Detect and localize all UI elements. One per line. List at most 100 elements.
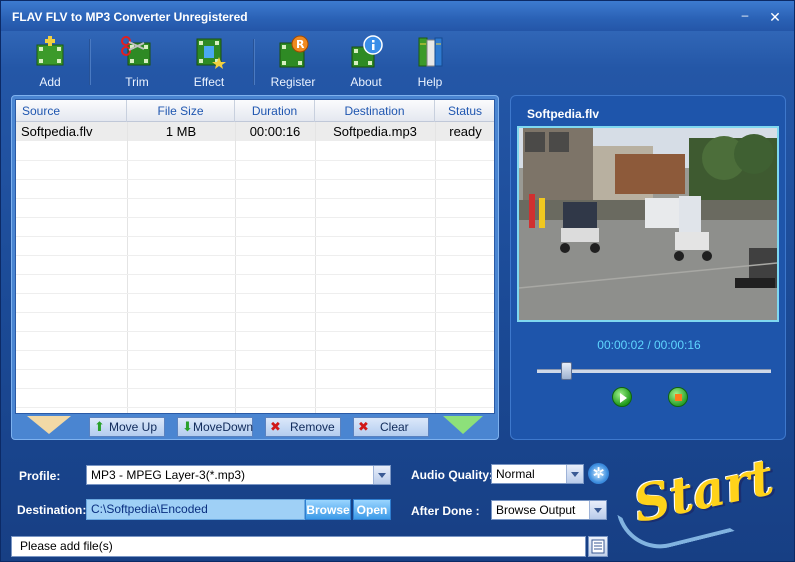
- column-file-size[interactable]: File Size: [127, 100, 235, 122]
- trim-button[interactable]: Trim: [109, 35, 165, 91]
- remove-button[interactable]: ✖ Remove: [265, 417, 341, 437]
- toolbar-separator: [89, 39, 91, 85]
- register-label: Register: [270, 75, 316, 89]
- grid-line: [235, 122, 236, 413]
- register-button[interactable]: R Register: [265, 35, 321, 91]
- grid-line: [16, 388, 494, 389]
- chevron-down-icon[interactable]: [566, 465, 583, 483]
- effect-label: Effect: [193, 75, 225, 89]
- grid-line: [16, 293, 494, 294]
- grid-line: [16, 255, 494, 256]
- destination-label: Destination:: [17, 503, 87, 517]
- register-film-icon: R: [279, 35, 309, 68]
- stop-icon: [675, 394, 682, 401]
- gear-icon: ✲: [592, 465, 605, 482]
- browse-button[interactable]: Browse: [305, 499, 351, 520]
- scroll-down-arrow-icon[interactable]: [443, 416, 483, 434]
- move-up-label: Move Up: [109, 420, 158, 434]
- stop-button[interactable]: [668, 387, 688, 407]
- column-destination[interactable]: Destination: [315, 100, 435, 122]
- table-row[interactable]: Softpedia.flv 1 MB 00:00:16 Softpedia.mp…: [16, 122, 494, 141]
- arrow-up-icon: ⬆: [94, 419, 105, 434]
- row-destination: Softpedia.mp3: [333, 124, 417, 139]
- seek-slider-thumb[interactable]: [560, 362, 572, 380]
- file-list-header: Source File Size Duration Destination St…: [16, 100, 494, 122]
- grid-line: [16, 217, 494, 218]
- row-file-size: 1 MB: [165, 124, 197, 139]
- grid-line: [16, 198, 494, 199]
- add-label: Add: [39, 75, 61, 89]
- trim-label: Trim: [125, 75, 149, 89]
- seek-slider-track[interactable]: [537, 369, 771, 373]
- column-duration[interactable]: Duration: [235, 100, 315, 122]
- file-list[interactable]: Source File Size Duration Destination St…: [15, 99, 495, 414]
- after-done-label: After Done :: [411, 504, 480, 518]
- scissors-film-icon: [121, 36, 151, 66]
- move-up-button[interactable]: ⬆ Move Up: [89, 417, 165, 437]
- open-button[interactable]: Open: [353, 499, 391, 520]
- grid-line: [127, 122, 128, 413]
- profile-label: Profile:: [19, 469, 61, 483]
- close-button[interactable]: ✕: [767, 9, 783, 25]
- row-duration: 00:00:16: [249, 124, 301, 139]
- start-button[interactable]: Start: [617, 447, 786, 558]
- clear-button[interactable]: ✖ Clear: [353, 417, 429, 437]
- after-done-select[interactable]: Browse Output: [491, 500, 607, 520]
- grid-line: [16, 274, 494, 275]
- column-status[interactable]: Status: [435, 100, 494, 122]
- grid-line: [16, 350, 494, 351]
- preview-filename: Softpedia.flv: [527, 107, 600, 121]
- remove-label: Remove: [290, 420, 335, 434]
- window-title: FLAV FLV to MP3 Converter Unregistered: [12, 10, 248, 24]
- grid-line: [16, 369, 494, 370]
- move-down-label: MoveDown: [193, 420, 254, 434]
- help-button[interactable]: Help: [402, 35, 458, 91]
- audio-quality-select[interactable]: Normal: [491, 464, 584, 484]
- effect-button[interactable]: Effect: [181, 35, 237, 91]
- playback-time: 00:00:02 / 00:00:16: [597, 338, 701, 352]
- play-button[interactable]: [612, 387, 632, 407]
- move-down-button[interactable]: ⬇ MoveDown: [177, 417, 253, 437]
- quality-settings-button[interactable]: ✲: [588, 463, 609, 484]
- scroll-up-arrow-icon[interactable]: [27, 416, 71, 434]
- destination-field[interactable]: C:\Softpedia\Encoded: [86, 499, 305, 520]
- toolbar: Add Trim Effect R Register About Help: [1, 31, 794, 91]
- status-bar: Please add file(s): [11, 536, 586, 557]
- profile-select[interactable]: MP3 - MPEG Layer-3(*.mp3): [86, 465, 391, 485]
- help-book-icon: [418, 37, 443, 67]
- log-list-icon: [591, 539, 605, 554]
- column-source[interactable]: Source: [16, 100, 127, 122]
- about-label: About: [350, 75, 382, 89]
- preview-panel: Softpedia.flv 00:00:02 / 00:00:16: [510, 95, 786, 440]
- help-label: Help: [417, 75, 443, 89]
- minimize-button[interactable]: –: [737, 9, 753, 25]
- remove-icon: ✖: [270, 419, 281, 434]
- about-button[interactable]: About: [338, 35, 394, 91]
- clear-x-icon: ✖: [358, 419, 369, 434]
- file-list-panel: Source File Size Duration Destination St…: [11, 95, 499, 440]
- log-button[interactable]: [588, 536, 608, 557]
- grid-line: [16, 160, 494, 161]
- video-preview: [517, 126, 779, 322]
- row-status: ready: [449, 124, 482, 139]
- play-icon: [620, 393, 627, 403]
- app-window: FLAV FLV to MP3 Converter Unregistered –…: [0, 0, 795, 562]
- grid-line: [16, 236, 494, 237]
- chevron-down-icon[interactable]: [373, 466, 390, 484]
- add-film-icon: [36, 36, 64, 66]
- video-frame-image: [518, 128, 778, 320]
- list-button-bar: ⬆ Move Up ⬇ MoveDown ✖ Remove ✖ Clear: [15, 416, 495, 437]
- audio-quality-label: Audio Quality:: [411, 468, 493, 482]
- add-button[interactable]: Add: [22, 35, 78, 91]
- chevron-down-icon[interactable]: [589, 501, 606, 519]
- title-bar: FLAV FLV to MP3 Converter Unregistered –…: [1, 1, 794, 31]
- row-source: Softpedia.flv: [21, 124, 93, 139]
- toolbar-separator: [253, 39, 255, 85]
- grid-line: [315, 122, 316, 413]
- clear-label: Clear: [380, 420, 409, 434]
- profile-value: MP3 - MPEG Layer-3(*.mp3): [91, 468, 246, 482]
- after-done-value: Browse Output: [496, 503, 576, 517]
- arrow-down-icon: ⬇: [182, 419, 193, 434]
- svg-text:R: R: [296, 38, 305, 51]
- grid-line: [435, 122, 436, 413]
